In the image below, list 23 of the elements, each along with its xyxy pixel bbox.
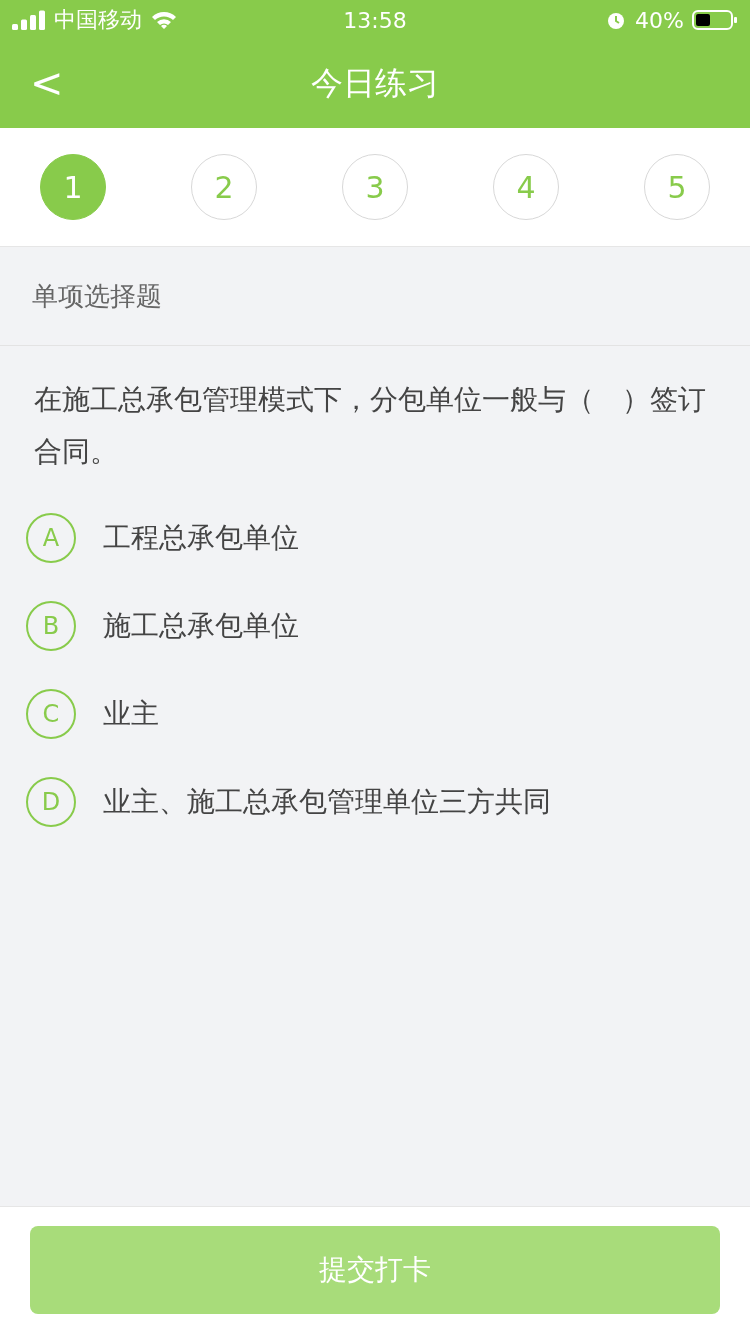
option-letter[interactable]: B (26, 601, 76, 651)
carrier-name: 中国移动 (54, 6, 142, 34)
question-step[interactable]: 1 (40, 154, 106, 220)
question-text: 在施工总承包管理模式下，分包单位一般与（ ）签订合同。 (33, 382, 707, 470)
option-text[interactable]: 业主、施工总承包管理单位三方共同 (103, 783, 551, 821)
question-step[interactable]: 5 (644, 154, 710, 220)
clock-time: 13:58 (343, 7, 407, 33)
page-title: 今日练习 (311, 63, 439, 104)
question-step[interactable]: 4 (493, 154, 559, 220)
question-step[interactable]: 3 (342, 154, 408, 220)
option-letter[interactable]: C (26, 689, 76, 739)
battery-percent: 40% (635, 7, 684, 33)
option-letter[interactable]: A (26, 513, 76, 563)
option-text[interactable]: 工程总承包单位 (103, 519, 299, 557)
option-text[interactable]: 施工总承包单位 (103, 607, 299, 645)
question-step[interactable]: 2 (191, 154, 257, 220)
question-type: 单项选择题 (0, 247, 750, 346)
wifi-icon (150, 10, 178, 30)
signal-icon (12, 10, 46, 30)
back-button[interactable]: < (22, 58, 72, 108)
option-text[interactable]: 业主 (103, 695, 159, 733)
option-letter[interactable]: D (26, 777, 76, 827)
battery-icon (692, 9, 738, 31)
